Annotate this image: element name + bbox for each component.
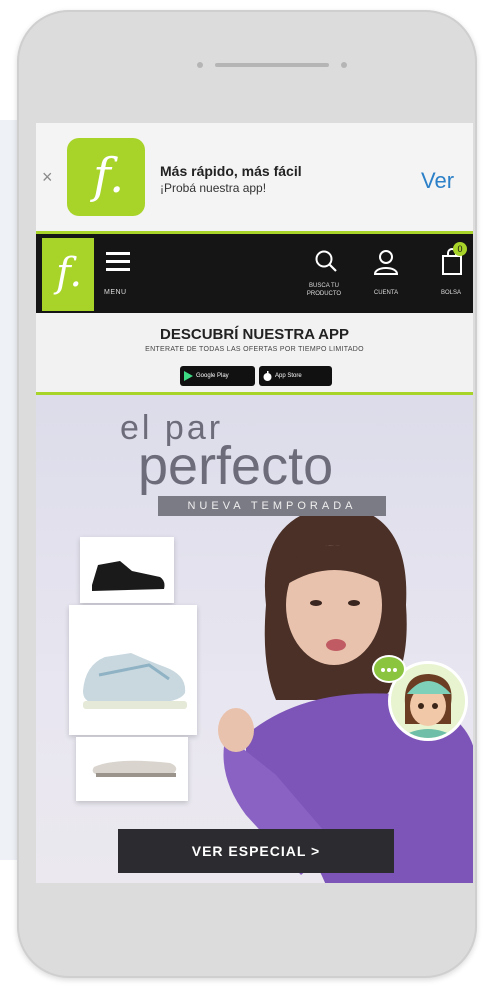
play-store-icon [184,371,193,381]
apple-icon [263,371,272,381]
product-card-sneaker[interactable] [69,605,197,735]
app-logo: f. [67,138,145,216]
app-store-button[interactable]: App Store [259,366,332,386]
sneaker-image [83,653,187,709]
phone-screen: × f. Más rápido, más fácil ¡Probá nuestr… [36,123,473,883]
site-logo[interactable]: f. [42,238,94,311]
black-shoe-image [92,561,165,591]
logo-letter: f. [56,250,83,296]
promo-subtitle: ENTERATE DE TODAS LAS OFERTAS POR TIEMPO… [145,346,364,353]
chat-icon[interactable] [372,655,406,683]
search-icon[interactable] [313,248,339,274]
view-special-button[interactable]: VER ESPECIAL > [118,829,394,873]
season-tag: NUEVA TEMPORADA [158,496,386,516]
hero-headline: perfecto [138,436,334,496]
app-install-banner: × f. Más rápido, más fácil ¡Probá nuestr… [36,123,473,231]
site-header: f. MENU BUSCA TU PRODUCTO CUENTA 0 BOLSA [36,231,473,313]
banner-title: Más rápido, más fácil [160,163,302,179]
promo-title: DESCUBRÍ NUESTRA APP [160,326,349,343]
logo-letter: f. [93,148,125,204]
slide-shoe-image [92,760,177,777]
google-play-button[interactable]: Google Play [180,366,255,386]
search-label: BUSCA TU PRODUCTO [306,283,342,297]
google-play-label: Google Play [196,373,229,379]
menu-label: MENU [104,289,127,296]
menu-icon[interactable] [106,252,130,272]
bag-count-badge: 0 [453,242,467,256]
app-promo: DESCUBRÍ NUESTRA APP ENTERATE DE TODAS L… [36,313,473,395]
bag-label: BOLSA [440,290,461,296]
close-icon[interactable]: × [42,167,53,188]
view-app-link[interactable]: Ver [421,168,454,194]
user-icon[interactable] [373,248,399,276]
product-card-shoe-1[interactable] [80,537,174,603]
hero-banner[interactable]: el par perfecto NUEVA TEMPORADA VER ESPE… [36,395,473,883]
app-store-label: App Store [275,373,302,379]
product-card-slide[interactable] [76,737,188,801]
banner-subtitle: ¡Probá nuestra app! [160,181,267,195]
account-label: CUENTA [373,290,399,296]
phone-speaker [197,60,347,70]
